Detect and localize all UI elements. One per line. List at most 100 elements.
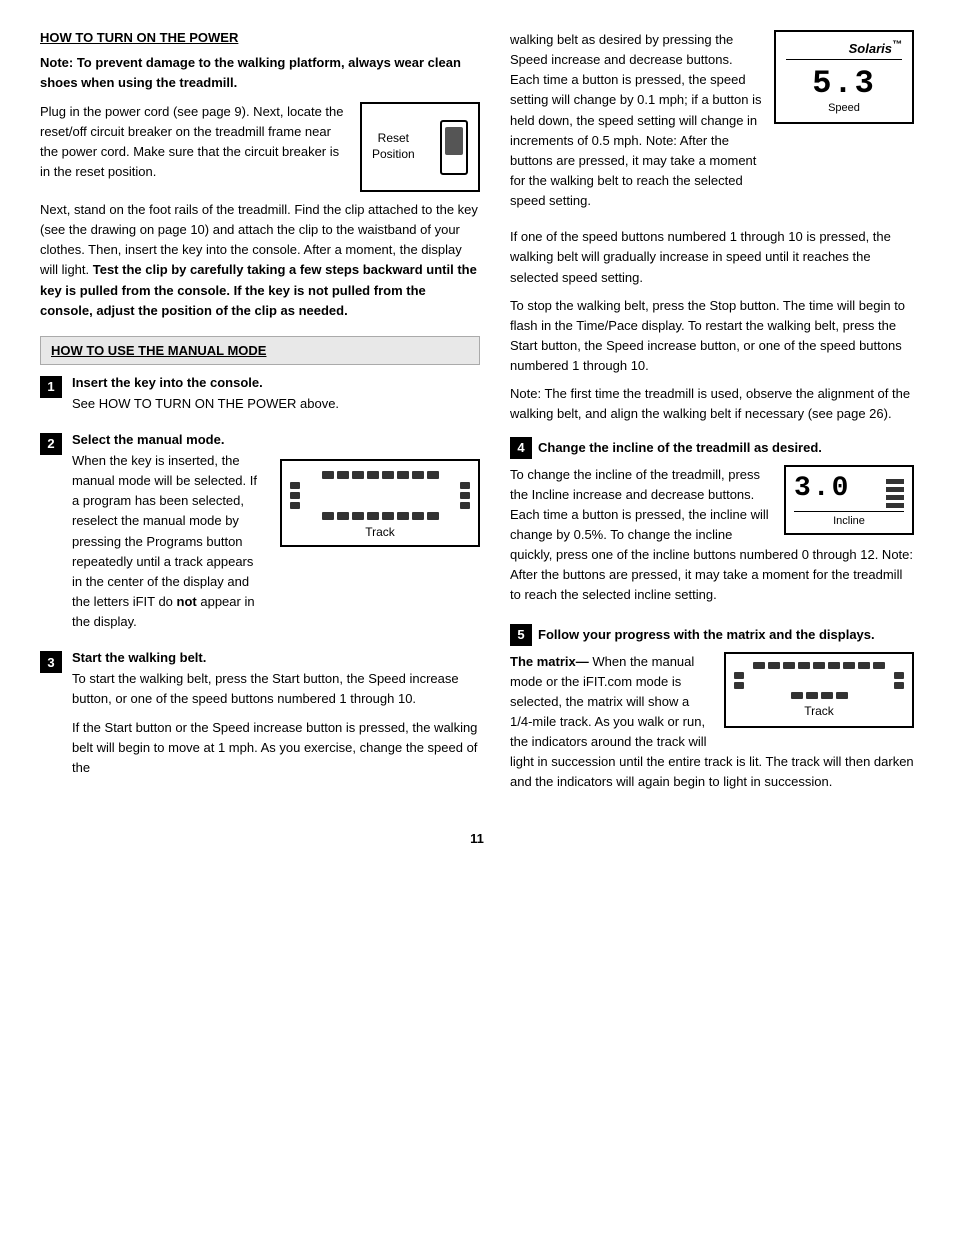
step1-title: Insert the key into the console. — [72, 375, 480, 390]
track-left-side — [290, 482, 300, 509]
track-middle — [290, 482, 470, 509]
matrix-dot — [806, 692, 818, 699]
step4: 4 Change the incline of the treadmill as… — [510, 437, 914, 614]
step4-number: 4 — [510, 437, 532, 459]
incline-display: 3.0 Incline — [784, 465, 914, 535]
step2-not: not — [177, 594, 197, 609]
step5: 5 Follow your progress with the matrix a… — [510, 624, 914, 801]
track-dot — [397, 471, 409, 479]
incline-bar — [886, 487, 904, 492]
track-dot — [397, 512, 409, 520]
incline-bar — [886, 503, 904, 508]
matrix-dot — [783, 662, 795, 669]
solaris-display: Solaris™ 5.3 Speed — [774, 30, 914, 124]
matrix-dot — [843, 662, 855, 669]
track-dot — [337, 512, 349, 520]
track-dot — [352, 512, 364, 520]
matrix-side-dot — [894, 682, 904, 689]
right-column: walking belt as desired by pressing the … — [510, 30, 914, 811]
step4-content: 3.0 Incline To change the incline of the — [510, 465, 914, 614]
para1: Plug in the power cord (see page 9). Nex… — [40, 102, 350, 183]
matrix-dot — [791, 692, 803, 699]
track-dot — [382, 471, 394, 479]
solaris-number: 5.3 — [786, 65, 902, 102]
right-para2: If one of the speed buttons numbered 1 t… — [510, 227, 914, 287]
track-top-row — [290, 471, 470, 479]
matrix-left-row — [734, 672, 904, 689]
track-dot — [382, 512, 394, 520]
matrix-side-dot — [894, 672, 904, 679]
step2-para: When the key is inserted, the manual mod… — [72, 451, 258, 632]
solaris-title: Solaris™ — [786, 40, 902, 60]
matrix-top-row — [734, 662, 904, 669]
matrix-dot — [858, 662, 870, 669]
step3-content: Start the walking belt. To start the wal… — [72, 650, 480, 786]
note-bold: Note: To prevent damage to the walking p… — [40, 53, 480, 92]
step2-title: Select the manual mode. — [72, 432, 480, 447]
track-dot — [352, 471, 364, 479]
matrix-dot — [828, 662, 840, 669]
matrix-dot — [836, 692, 848, 699]
matrix-side-dot — [734, 672, 744, 679]
step1-number: 1 — [40, 376, 62, 398]
step5-content: Track The matrix— When the manual mode o… — [510, 652, 914, 801]
track-dot — [412, 512, 424, 520]
matrix-side-dot — [734, 682, 744, 689]
manual-mode-section: HOW TO USE THE MANUAL MODE — [40, 336, 480, 365]
track-label: Track — [290, 525, 470, 539]
step1: 1 Insert the key into the console. See H… — [40, 375, 480, 422]
step5-number: 5 — [510, 624, 532, 646]
incline-number: 3.0 — [794, 473, 850, 504]
matrix-dot — [813, 662, 825, 669]
matrix-right-side — [894, 672, 904, 689]
track-display-box: Track — [280, 459, 480, 547]
track-dot — [337, 471, 349, 479]
step3-text1: To start the walking belt, press the Sta… — [72, 669, 480, 709]
right-para4: Note: The first time the treadmill is us… — [510, 384, 914, 424]
step2: 2 Select the manual mode. When the key i… — [40, 432, 480, 640]
track-dot — [322, 471, 334, 479]
matrix-left-side — [734, 672, 744, 689]
incline-number-text: 3.0 — [794, 473, 850, 504]
step5-header: 5 Follow your progress with the matrix a… — [510, 624, 914, 646]
incline-bar — [886, 495, 904, 500]
right-para1: walking belt as desired by pressing the … — [510, 30, 764, 211]
track-right-side — [460, 482, 470, 509]
step2-content: Select the manual mode. When the key is … — [72, 432, 480, 640]
manual-section-title: HOW TO USE THE MANUAL MODE — [51, 343, 469, 358]
matrix-dot — [821, 692, 833, 699]
step3-title: Start the walking belt. — [72, 650, 480, 665]
matrix-dot — [798, 662, 810, 669]
track-dot — [427, 471, 439, 479]
step1-text: See HOW TO TURN ON THE POWER above. — [72, 394, 480, 414]
step2-number: 2 — [40, 433, 62, 455]
page: HOW TO TURN ON THE POWER Note: To preven… — [0, 0, 954, 1235]
track-dot — [427, 512, 439, 520]
step1-content: Insert the key into the console. See HOW… — [72, 375, 480, 422]
reset-label: ResetPosition — [372, 131, 415, 162]
reset-switch-icon — [440, 120, 468, 175]
step3-text2: If the Start button or the Speed increas… — [72, 718, 480, 778]
step4-title: Change the incline of the treadmill as d… — [538, 440, 822, 455]
incline-label: Incline — [794, 511, 904, 527]
matrix-dot — [753, 662, 765, 669]
matrix-track-label: Track — [734, 704, 904, 718]
power-on-section: Plug in the power cord (see page 9). Nex… — [40, 102, 480, 192]
step2-inline: When the key is inserted, the manual mod… — [72, 451, 480, 640]
step3-number: 3 — [40, 651, 62, 673]
reset-position-box: ResetPosition — [360, 102, 480, 192]
matrix-dot — [768, 662, 780, 669]
step4-header: 4 Change the incline of the treadmill as… — [510, 437, 914, 459]
track-dot — [322, 512, 334, 520]
page-number: 11 — [40, 831, 914, 846]
incline-inner: 3.0 — [794, 473, 904, 508]
section1-title: HOW TO TURN ON THE POWER — [40, 30, 480, 45]
step2-text: When the key is inserted, the manual mod… — [72, 451, 258, 640]
solaris-speed-label: Speed — [786, 102, 902, 114]
matrix-dot — [873, 662, 885, 669]
matrix-center-row — [734, 692, 904, 699]
solaris-tm: ™ — [892, 40, 902, 51]
para2: Next, stand on the foot rails of the tre… — [40, 200, 480, 321]
para2-bold: Test the clip by carefully taking a few … — [40, 262, 477, 317]
track-bottom-row — [290, 512, 470, 520]
